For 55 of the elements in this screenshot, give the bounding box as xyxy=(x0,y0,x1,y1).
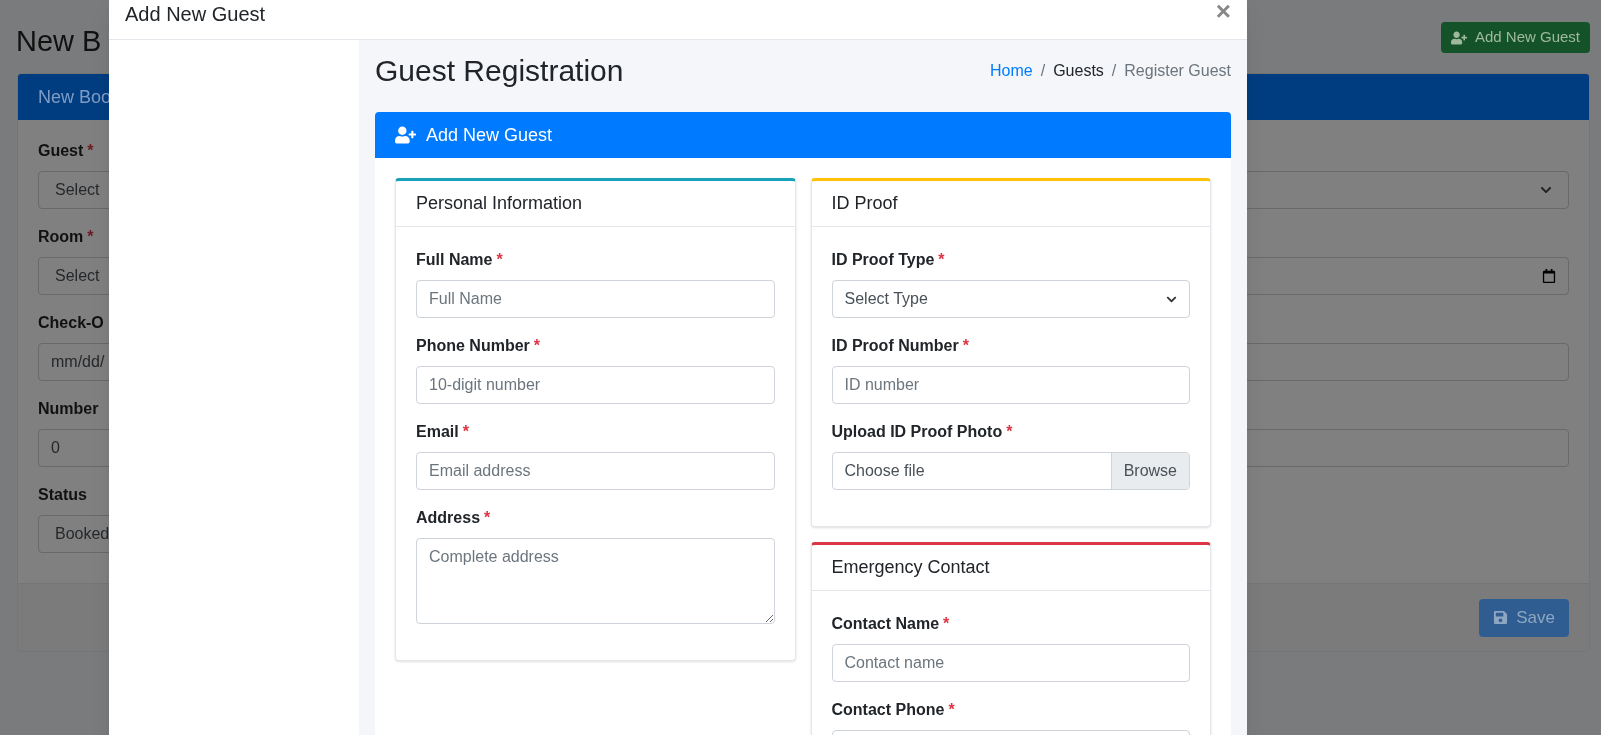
field-label: Upload ID Proof Photo xyxy=(831,422,1003,442)
file-field[interactable]: Choose file Browse xyxy=(831,452,1190,490)
field-label: Status xyxy=(38,485,87,505)
breadcrumb-separator: / xyxy=(1110,61,1118,81)
field-label: ID Proof Type xyxy=(831,250,935,270)
textarea-field[interactable]: Complete address xyxy=(416,538,775,624)
save-button[interactable]: Save xyxy=(1479,598,1569,637)
section-title: ID Proof xyxy=(831,192,898,215)
field-label: Guest xyxy=(38,141,84,161)
input-field[interactable]: Full Name xyxy=(416,280,775,318)
required-mark: * xyxy=(948,700,955,720)
required-mark: * xyxy=(1006,422,1013,442)
page-heading: Guest Registration xyxy=(375,53,624,89)
field-label: Full Name xyxy=(416,250,493,270)
field-label: Phone Number xyxy=(416,336,530,356)
breadcrumb-current: Register Guest xyxy=(1124,61,1231,81)
field-label: Contact Phone xyxy=(831,700,945,720)
breadcrumb-separator: / xyxy=(1039,61,1047,81)
input-field[interactable]: 10-digit number xyxy=(416,366,775,404)
field-label: Number xyxy=(38,399,99,419)
required-mark: * xyxy=(962,336,969,356)
required-mark: * xyxy=(943,614,950,634)
close-button[interactable]: × xyxy=(1215,0,1231,24)
modal-title: Add New Guest xyxy=(125,1,266,27)
card-title: Add New Guest xyxy=(426,123,553,147)
required-mark: * xyxy=(462,422,469,442)
input-field[interactable]: ID number xyxy=(831,366,1190,404)
field-label: Address xyxy=(416,508,481,528)
field-label: Contact Name xyxy=(831,614,940,634)
page-title: New B xyxy=(16,25,102,57)
breadcrumb-item: Guests xyxy=(1053,61,1104,81)
select-field[interactable]: Select Type xyxy=(831,280,1190,318)
input-field[interactable]: Contact name xyxy=(831,644,1190,682)
required-mark: * xyxy=(496,250,503,270)
field-label: ID Proof Number xyxy=(831,336,959,356)
user-plus-icon xyxy=(1450,30,1467,45)
required-mark: * xyxy=(938,250,945,270)
panel-title: New Boo xyxy=(38,85,112,109)
section-title: Emergency Contact xyxy=(831,556,990,579)
add-guest-button[interactable]: Add New Guest xyxy=(1440,22,1590,53)
required-mark: * xyxy=(87,227,94,247)
breadcrumb-link[interactable]: Home xyxy=(990,59,1033,83)
field-label: Check-O xyxy=(38,313,104,333)
required-mark: * xyxy=(533,336,541,356)
calendar-icon xyxy=(1542,269,1556,283)
input-field[interactable]: Email address xyxy=(416,452,775,490)
field-label: Room xyxy=(38,227,84,247)
required-mark: * xyxy=(87,141,94,161)
save-icon xyxy=(1493,610,1509,625)
section-title: Personal Information xyxy=(416,192,583,215)
browse-button[interactable]: Browse xyxy=(1110,453,1189,489)
required-mark: * xyxy=(484,508,491,528)
user-plus-icon xyxy=(395,126,416,144)
caret-icon xyxy=(1540,184,1552,196)
field-label: Email xyxy=(416,422,459,442)
